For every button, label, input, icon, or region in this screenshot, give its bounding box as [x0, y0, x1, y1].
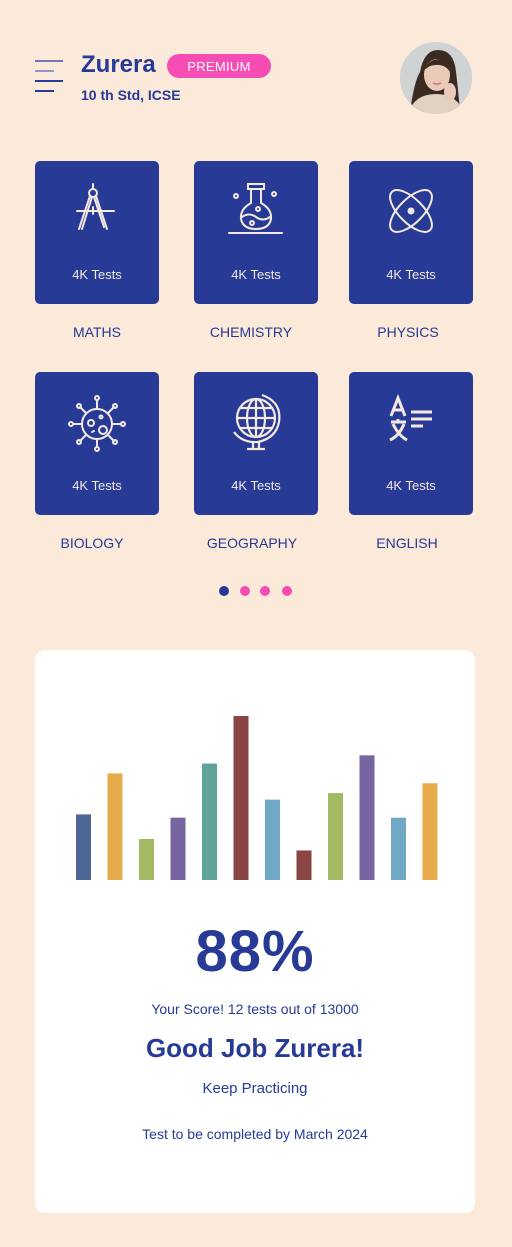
bar-8 — [296, 850, 312, 880]
premium-badge: PREMIUM — [167, 54, 271, 78]
test-count: 4K Tests — [231, 478, 281, 493]
atom-icon — [389, 189, 433, 233]
score-text: Your Score! 12 tests out of 13000 — [151, 1001, 359, 1017]
subject-label[interactable]: ENGLISH — [345, 535, 469, 551]
bar-9 — [328, 793, 343, 880]
bar-11 — [391, 817, 406, 880]
pagination-dot[interactable] — [240, 586, 250, 596]
test-count: 4K Tests — [386, 478, 436, 493]
bar-10 — [359, 755, 375, 880]
globe-icon — [233, 393, 281, 451]
avatar[interactable] — [400, 42, 472, 114]
subject-tile-physics[interactable]: 4K Tests — [349, 161, 473, 304]
subject-tile-geography[interactable]: 4K Tests — [194, 372, 318, 515]
deadline-text: Test to be completed by March 2024 — [142, 1126, 368, 1142]
test-count: 4K Tests — [231, 267, 281, 282]
score-bar-chart — [76, 716, 438, 880]
grade-label: 10 th Std, ICSE — [81, 87, 181, 103]
flask-icon — [228, 183, 283, 234]
pagination-dot[interactable] — [219, 586, 229, 596]
translate-icon — [389, 393, 432, 442]
virus-icon — [68, 395, 126, 452]
encouragement-text: Keep Practicing — [202, 1080, 308, 1097]
test-count: 4K Tests — [386, 267, 436, 282]
subject-label[interactable]: PHYSICS — [346, 324, 470, 340]
hamburger-menu-icon[interactable] — [35, 60, 65, 92]
score-card: 88% Your Score! 12 tests out of 13000 Go… — [35, 650, 475, 1213]
score-percent: 88% — [195, 919, 315, 984]
bar-7 — [265, 799, 280, 880]
bar-12 — [422, 783, 438, 880]
menu-line — [35, 90, 54, 92]
pagination-dot[interactable] — [282, 586, 292, 596]
menu-line — [35, 70, 54, 72]
username: Zurera — [81, 51, 156, 78]
menu-line — [35, 80, 63, 82]
menu-line — [35, 60, 63, 62]
bar-2 — [107, 773, 123, 880]
subject-tile-chemistry[interactable]: 4K Tests — [194, 161, 318, 304]
test-count: 4K Tests — [72, 478, 122, 493]
profile-photo — [400, 42, 472, 114]
subject-label[interactable]: GEOGRAPHY — [190, 535, 314, 551]
bar-3 — [139, 839, 154, 880]
bar-1 — [76, 814, 91, 880]
subject-label[interactable]: BIOLOGY — [30, 535, 154, 551]
subject-tile-english[interactable]: 4K Tests — [349, 372, 473, 515]
bar-4 — [170, 817, 186, 880]
subject-label[interactable]: MATHS — [35, 324, 159, 340]
test-count: 4K Tests — [72, 267, 122, 282]
compass-icon — [76, 183, 115, 230]
congrats-headline: Good Job Zurera! — [145, 1033, 365, 1063]
subject-tile-maths[interactable]: 4K Tests — [35, 161, 159, 304]
bar-6 — [233, 716, 249, 880]
bar-5 — [202, 763, 217, 880]
subject-tile-biology[interactable]: 4K Tests — [35, 372, 159, 515]
subject-label[interactable]: CHEMISTRY — [189, 324, 313, 340]
pagination-dot[interactable] — [260, 586, 270, 596]
